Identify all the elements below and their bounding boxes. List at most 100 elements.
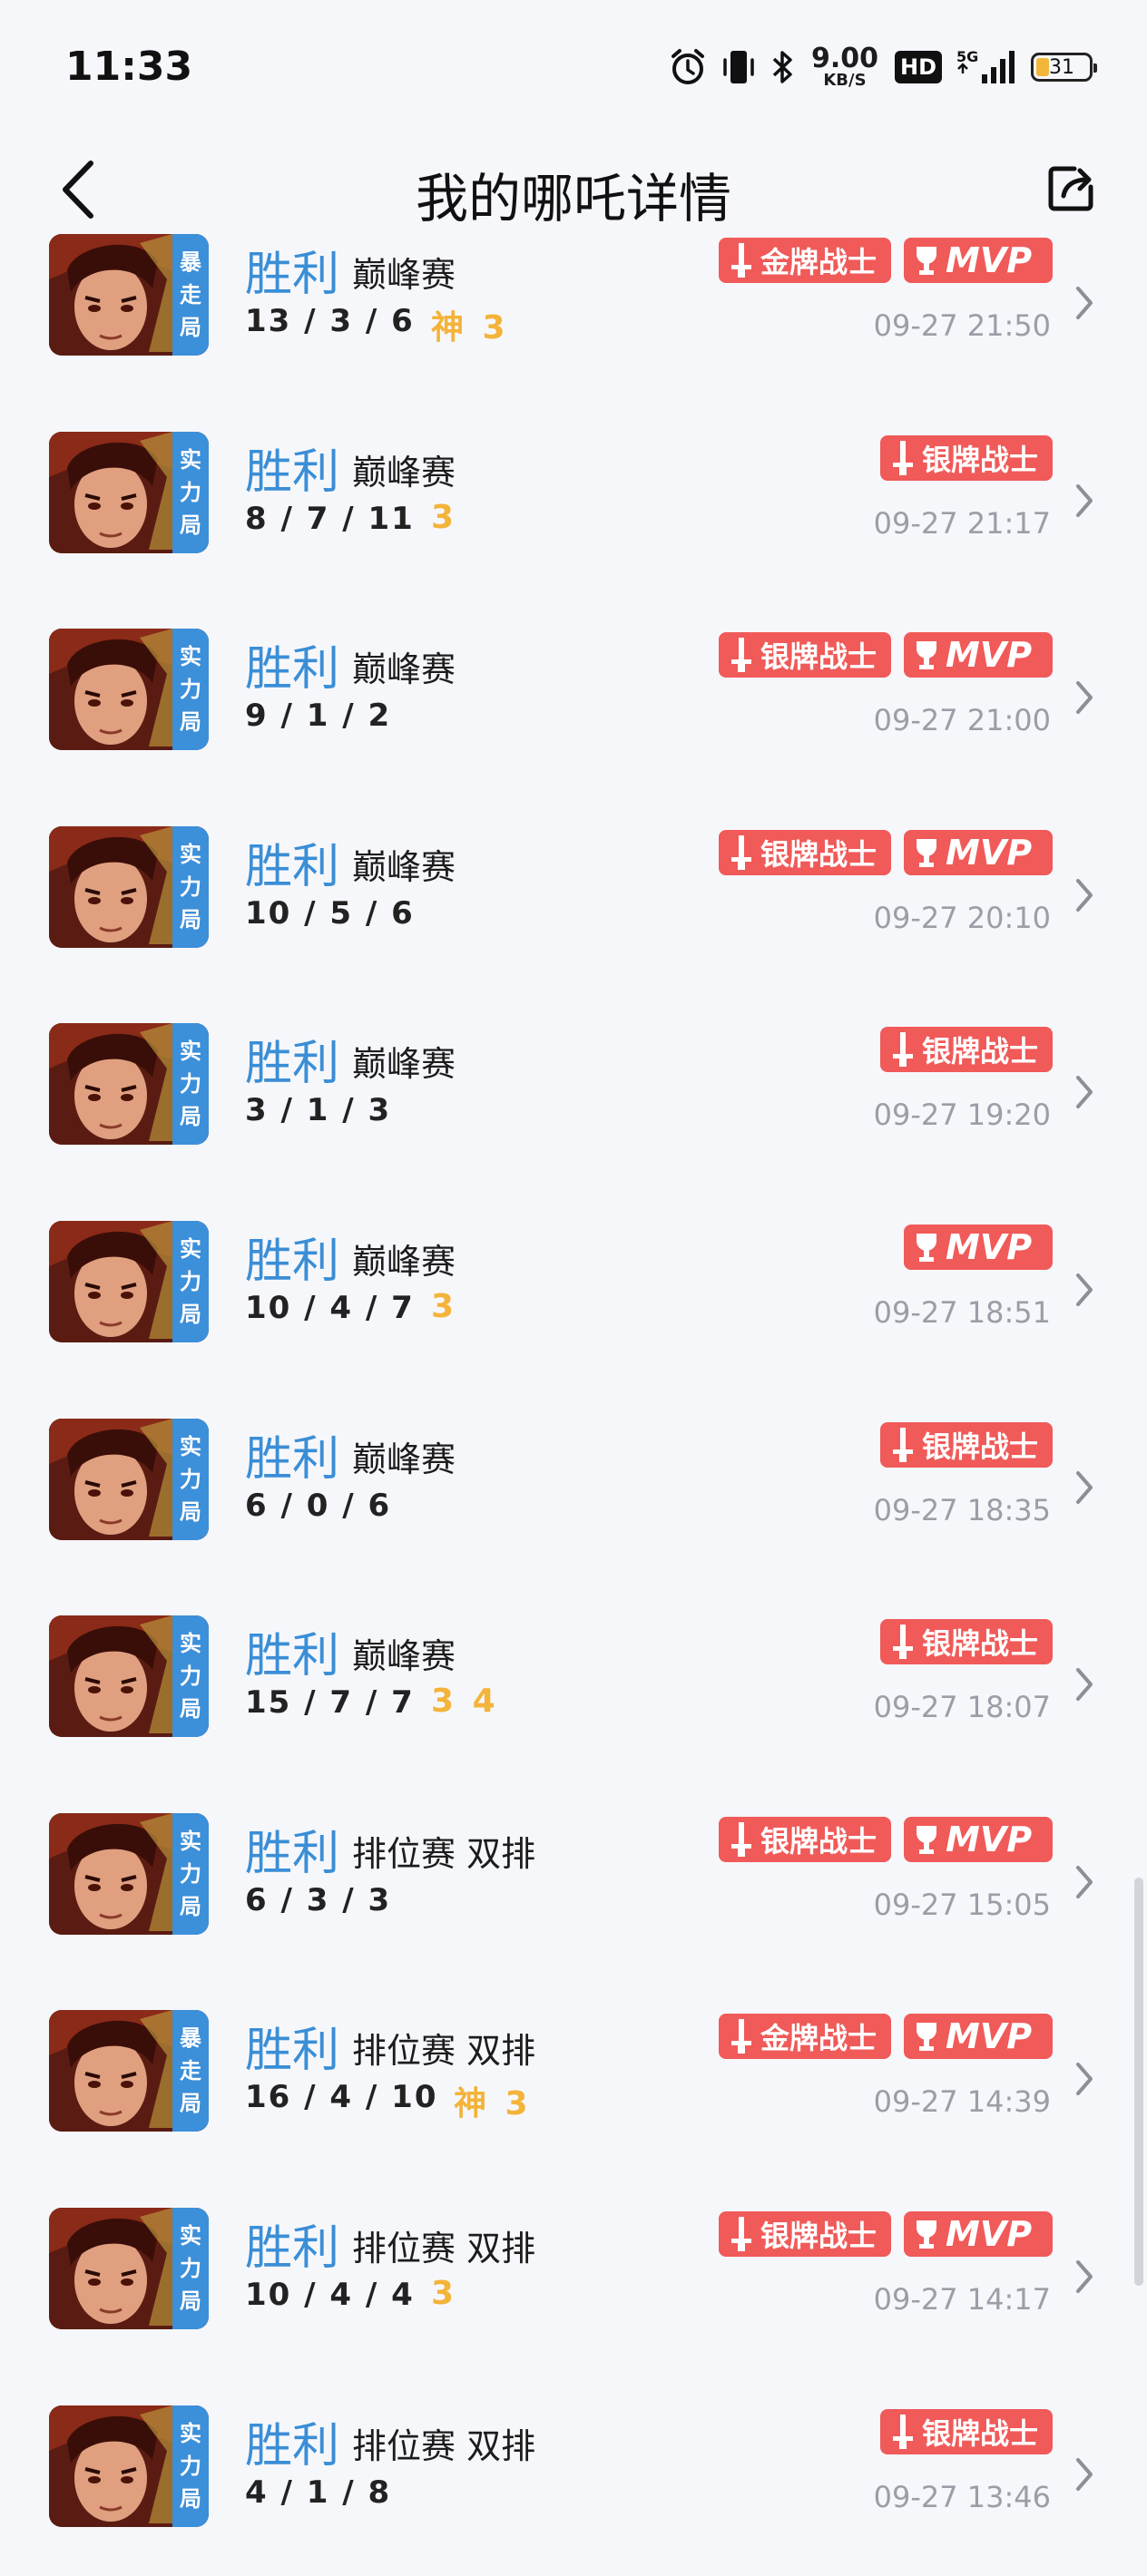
warrior-badge: 金牌战士 [719,2014,891,2059]
badge-label: 银牌战士 [760,639,877,674]
kda-score: 15 / 7 / 7 [245,1684,415,1721]
match-row[interactable]: 暴走局胜利 巅峰赛 13 / 3 / 6神 3 金牌战士 MVP 09-27 21:50 [0,209,1147,405]
mode-tag-char: 局 [180,2288,201,2314]
match-row[interactable]: 暴走局胜利 排位赛 双排 16 / 4 / 10 神 3 金牌战士 MVP 09-27 14… [0,1985,1147,2181]
badge-label: MVP [946,2016,1033,2056]
sword-icon [893,1032,913,1067]
warrior-badge: 银牌战士 [880,2409,1053,2454]
match-result: 胜利 [245,1037,340,1091]
chevron-right-icon [1076,2063,1093,2095]
badge-group: 金牌战士 MVP [719,2014,1053,2059]
badge-label: MVP [946,1227,1033,1267]
status-time: 11:33 [65,44,193,90]
match-row[interactable]: 实力局胜利 巅峰赛 10 / 5 / 6 银牌战士 MVP 09-27 20:10 [0,801,1147,997]
match-type-tag: 实力局 [172,2405,209,2527]
match-time: 09-27 21:17 [873,506,1051,541]
badge-group: MVP [904,1225,1053,1270]
hero-portrait-image [49,826,172,948]
match-row[interactable]: 实力局胜利 排位赛 双排 10 / 4 / 4 3 银牌战士 MVP 09-27 14:17 [0,2182,1147,2378]
mode-tag-char: 力 [180,1861,201,1887]
chevron-right-icon [1076,287,1093,319]
match-row[interactable]: 实力局胜利 巅峰赛 15 / 7 / 73 4 银牌战士 09-27 18:07 [0,1590,1147,1786]
match-row[interactable]: 实力局胜利 排位赛 双排 4 / 1 / 8 银牌战士 09-27 13:46 [0,2380,1147,2576]
match-time: 09-27 13:46 [873,2480,1051,2514]
badge-label: MVP [946,635,1033,675]
match-type-tag: 实力局 [172,432,209,553]
battery-level: 31 [1049,55,1074,79]
match-row[interactable]: 实力局胜利 排位赛 双排 6 / 3 / 3 银牌战士 MVP 09-27 15:05 [0,1788,1147,1984]
badge-label: MVP [946,240,1033,280]
mode-tag-char: 局 [180,709,201,735]
match-mode: 排位赛 双排 [352,2031,536,2071]
match-result: 胜利 [245,1432,340,1487]
match-row[interactable]: 实力局胜利 巅峰赛 10 / 4 / 7 3 MVP 09-27 18:51 [0,1195,1147,1391]
sword-icon [893,2415,913,2449]
kill-streak-marks: 3 4 [431,1683,499,1720]
match-type-tag: 实力局 [172,826,209,948]
mode-tag-char: 实 [180,1829,201,1854]
share-button[interactable] [1044,160,1100,216]
warrior-badge: 银牌战士 [719,632,891,678]
badge-group: 金牌战士 MVP [719,238,1053,283]
match-row[interactable]: 实力局胜利 巅峰赛 6 / 0 / 6 银牌战士 09-27 18:35 [0,1393,1147,1589]
trophy-icon [917,247,936,275]
chevron-right-icon [1076,1866,1093,1898]
match-mode: 巅峰赛 [352,847,456,887]
mode-tag-char: 力 [180,1269,201,1294]
match-type-tag: 实力局 [172,1813,209,1935]
badge-group: 银牌战士 [880,435,1053,481]
warrior-badge: 银牌战士 [719,830,891,875]
mode-tag-char: 力 [180,2454,201,2479]
hero-avatar: 实力局 [49,2208,209,2329]
mode-tag-char: 局 [180,1696,201,1722]
match-result: 胜利 [245,1827,340,1881]
hd-badge: HD [894,51,942,83]
mvp-badge: MVP [904,2014,1053,2059]
mvp-badge: MVP [904,1225,1053,1270]
match-result: 胜利 [245,642,340,697]
match-time: 09-27 19:20 [873,1098,1051,1132]
hero-portrait-image [49,1023,172,1145]
kda-score: 13 / 3 / 6 [245,303,415,339]
match-time: 09-27 18:35 [873,1493,1051,1527]
mode-tag-char: 力 [180,874,201,900]
badge-label: MVP [946,1820,1033,1859]
kda-score: 3 / 1 / 3 [245,1092,392,1128]
match-type-tag: 暴走局 [172,2010,209,2132]
kill-streak-marks: 3 [431,499,458,536]
match-type-tag: 实力局 [172,2208,209,2329]
mode-tag-char: 实 [180,1631,201,1656]
kda-score: 4 / 1 / 8 [245,2474,392,2511]
chevron-right-icon [1076,484,1093,517]
badge-group: 银牌战士 [880,1027,1053,1072]
match-time: 09-27 21:00 [873,703,1051,737]
chevron-right-icon [1076,1668,1093,1701]
hero-avatar: 实力局 [49,1615,209,1737]
warrior-badge: 银牌战士 [880,1619,1053,1664]
mode-tag-char: 力 [180,1071,201,1097]
match-row[interactable]: 实力局胜利 巅峰赛 8 / 7 / 11 3 银牌战士 09-27 21:17 [0,406,1147,602]
mode-tag-char: 实 [180,644,201,669]
match-row[interactable]: 实力局胜利 巅峰赛 3 / 1 / 3 银牌战士 09-27 19:20 [0,998,1147,1194]
match-time: 09-27 21:50 [873,308,1051,343]
match-mode: 巅峰赛 [352,649,456,689]
bluetooth-icon [770,47,795,87]
sword-icon [731,243,751,278]
scrollbar[interactable] [1134,1878,1143,2286]
alarm-icon [668,47,708,87]
match-time: 09-27 14:39 [873,2084,1051,2119]
mode-tag-char: 力 [180,1467,201,1492]
match-mode: 排位赛 双排 [352,2229,536,2269]
trophy-icon [917,2023,936,2051]
network-speed: 9.00 KB/S [811,45,878,89]
battery-icon: 31 [1031,53,1097,82]
hero-portrait-image [49,234,172,356]
match-row[interactable]: 实力局胜利 巅峰赛 9 / 1 / 2 银牌战士 MVP 09-27 21:00 [0,603,1147,799]
warrior-badge: 银牌战士 [719,1817,891,1862]
match-result: 胜利 [245,248,340,302]
badge-label: 银牌战士 [760,837,877,872]
badge-label: 金牌战士 [760,2021,877,2055]
status-icons: 9.00 KB/S HD 5G 31 [668,45,1097,89]
badge-label: 银牌战士 [922,1626,1039,1661]
sword-icon [731,1822,751,1857]
